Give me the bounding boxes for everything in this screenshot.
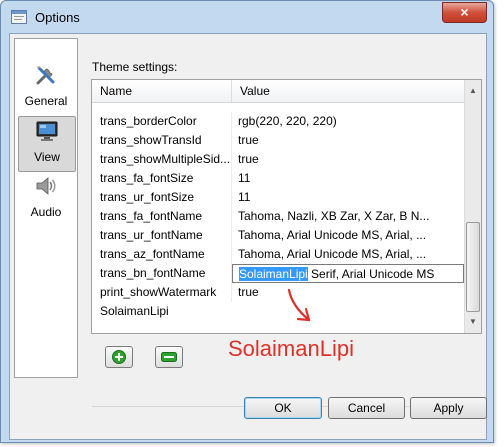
vertical-scrollbar[interactable]: ▲ ▼ bbox=[464, 80, 481, 333]
table-row[interactable]: trans_showMultipleSid... true bbox=[92, 150, 464, 169]
table-row[interactable]: trans_showTransId true bbox=[92, 131, 464, 150]
sidebar-item-audio[interactable]: Audio bbox=[18, 172, 74, 226]
setting-name: trans_az_fontName bbox=[92, 245, 232, 264]
sidebar-item-general[interactable]: General bbox=[18, 61, 74, 115]
column-header-name[interactable]: Name bbox=[92, 80, 232, 102]
table-row[interactable]: print_showWatermark true bbox=[92, 283, 464, 302]
title-bar[interactable]: Options × bbox=[1, 1, 493, 33]
setting-name: trans_showTransId bbox=[92, 131, 232, 150]
grid-header: Name Value bbox=[92, 80, 464, 103]
setting-value[interactable]: 11 bbox=[232, 188, 464, 207]
theme-settings-label: Theme settings: bbox=[92, 60, 178, 74]
setting-value[interactable]: Tahoma, Arial Unicode MS, Arial, ... bbox=[232, 245, 464, 264]
table-row[interactable]: trans_fa_fontSize 11 bbox=[92, 169, 464, 188]
setting-value[interactable]: true bbox=[232, 150, 464, 169]
setting-value[interactable]: Tahoma, Nazli, XB Zar, X Zar, B N... bbox=[232, 207, 464, 226]
table-row[interactable]: trans_ur_fontSize 11 bbox=[92, 188, 464, 207]
category-sidebar: General View Audio bbox=[14, 38, 78, 378]
remove-setting-button[interactable] bbox=[155, 346, 183, 368]
close-button[interactable]: × bbox=[442, 2, 487, 23]
minus-icon bbox=[161, 352, 177, 362]
setting-name: trans_borderColor bbox=[92, 112, 232, 131]
sidebar-item-label: Audio bbox=[30, 205, 62, 219]
setting-value[interactable]: true bbox=[232, 283, 464, 302]
setting-name: trans_fa_fontName bbox=[92, 207, 232, 226]
table-row[interactable]: trans_ur_fontName Tahoma, Arial Unicode … bbox=[92, 226, 464, 245]
plus-icon bbox=[112, 350, 126, 364]
table-row[interactable]: trans_fa_fontName Tahoma, Nazli, XB Zar,… bbox=[92, 207, 464, 226]
monitor-icon bbox=[36, 121, 58, 141]
table-row-editing[interactable]: trans_bn_fontName SolaimanLipi Serif, Ar… bbox=[92, 264, 464, 283]
close-icon: × bbox=[460, 4, 469, 20]
value-text[interactable]: Serif, Arial Unicode MS bbox=[308, 267, 434, 281]
annotation-label: SolaimanLipi bbox=[228, 336, 354, 361]
dialog-body: General View Audio Theme settings: Name … bbox=[9, 33, 487, 440]
speaker-icon bbox=[36, 177, 56, 195]
column-header-value[interactable]: Value bbox=[232, 80, 464, 102]
options-app-icon bbox=[11, 10, 27, 24]
ok-button[interactable]: OK bbox=[244, 397, 322, 419]
cancel-button[interactable]: Cancel bbox=[328, 397, 405, 419]
red-arrow-annotation bbox=[287, 288, 311, 322]
setting-name: print_showWatermark bbox=[92, 283, 232, 302]
table-row[interactable]: trans_az_fontName Tahoma, Arial Unicode … bbox=[92, 245, 464, 264]
table-row[interactable]: trans_borderColor rgb(220, 220, 220) bbox=[92, 112, 464, 131]
apply-button[interactable]: Apply bbox=[410, 397, 487, 419]
selected-text[interactable]: SolaimanLipi bbox=[239, 267, 308, 281]
options-window: Options × General View Audio Theme setti… bbox=[0, 0, 494, 443]
setting-name: trans_bn_fontName bbox=[92, 264, 232, 283]
sidebar-item-label: General bbox=[24, 94, 68, 108]
setting-value[interactable]: 11 bbox=[232, 169, 464, 188]
setting-value[interactable]: rgb(220, 220, 220) bbox=[232, 112, 464, 131]
scrollbar-thumb[interactable] bbox=[466, 222, 480, 312]
scroll-down-icon[interactable]: ▼ bbox=[466, 315, 480, 329]
setting-value[interactable] bbox=[232, 302, 464, 321]
setting-value-editor[interactable]: SolaimanLipi Serif, Arial Unicode MS bbox=[232, 264, 464, 283]
setting-name: trans_showMultipleSid... bbox=[92, 150, 232, 169]
scroll-up-icon[interactable]: ▲ bbox=[466, 84, 480, 98]
table-row[interactable]: SolaimanLipi bbox=[92, 302, 464, 321]
sidebar-item-label: View bbox=[34, 150, 60, 164]
setting-name: trans_fa_fontSize bbox=[92, 169, 232, 188]
setting-name: trans_ur_fontName bbox=[92, 226, 232, 245]
tools-icon bbox=[36, 66, 55, 85]
setting-value[interactable]: true bbox=[232, 131, 464, 150]
window-title: Options bbox=[35, 10, 80, 25]
sidebar-item-view[interactable]: View bbox=[18, 116, 76, 172]
setting-name: trans_ur_fontSize bbox=[92, 188, 232, 207]
setting-value[interactable]: Tahoma, Arial Unicode MS, Arial, ... bbox=[232, 226, 464, 245]
setting-name: SolaimanLipi bbox=[100, 304, 169, 318]
add-setting-button[interactable] bbox=[105, 346, 133, 368]
